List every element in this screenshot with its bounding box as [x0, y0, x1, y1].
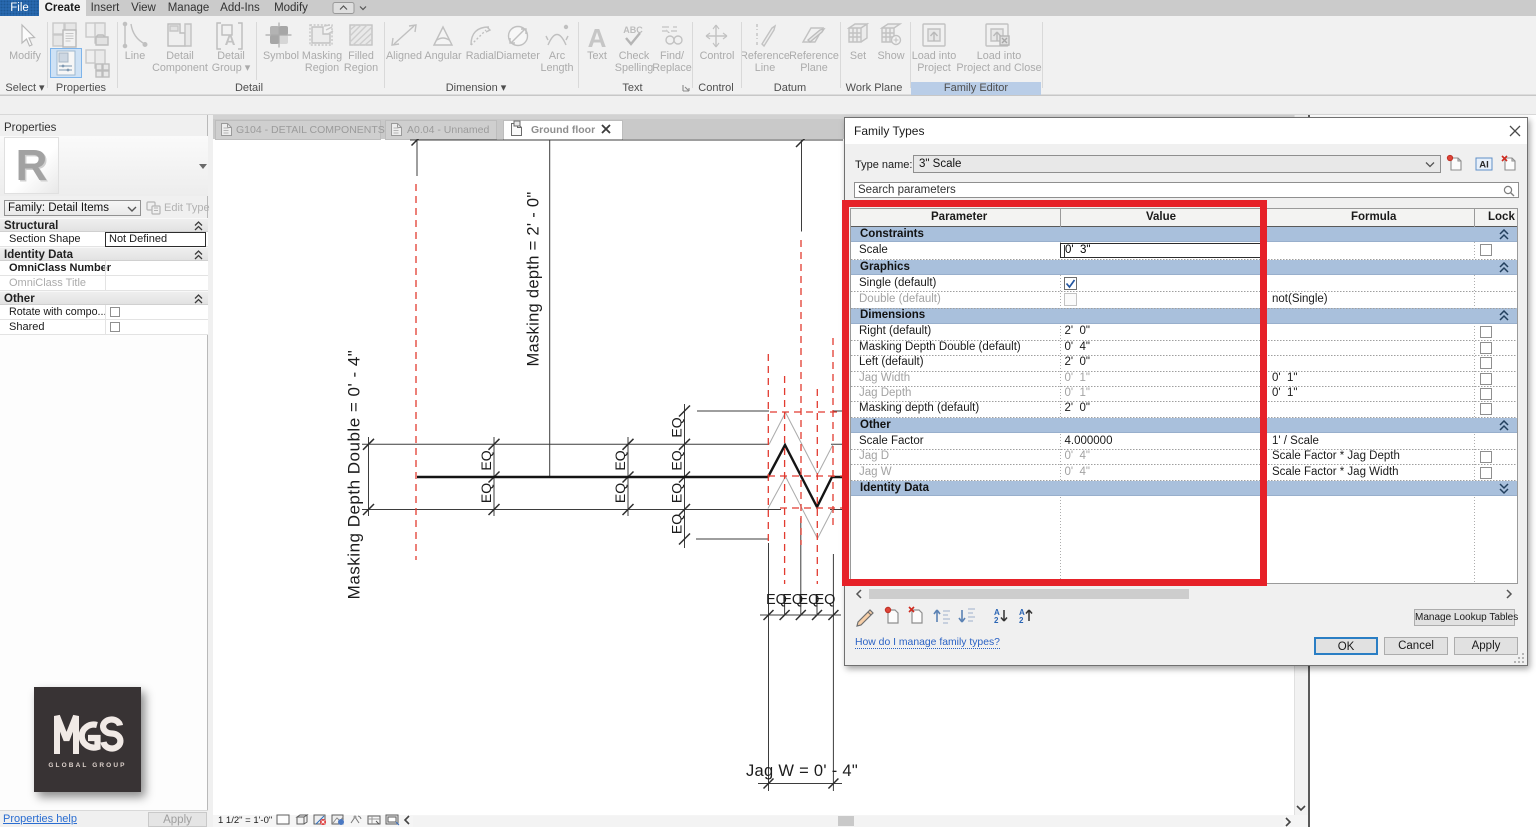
svg-text:A: A — [225, 32, 236, 49]
svg-text:EQ: EQ — [815, 592, 836, 608]
svg-text:EQ: EQ — [612, 450, 628, 470]
svg-text:EQ: EQ — [669, 450, 685, 470]
svg-text:Masking depth = 2' - 0": Masking depth = 2' - 0" — [525, 191, 543, 366]
svg-text:AI: AI — [1479, 160, 1489, 171]
svg-text:EQ: EQ — [612, 483, 628, 503]
svg-text:A: A — [588, 23, 607, 53]
svg-text:EQ: EQ — [478, 483, 494, 503]
svg-text:GLOBAL GROUP: GLOBAL GROUP — [48, 762, 126, 769]
svg-text:EQ: EQ — [669, 514, 685, 534]
svg-text:EQ: EQ — [669, 483, 685, 503]
svg-text:EQ: EQ — [669, 417, 685, 437]
svg-text:Masking Depth Double = 0' - 4": Masking Depth Double = 0' - 4" — [345, 350, 364, 600]
svg-text:EQ: EQ — [478, 450, 494, 470]
svg-text:2: 2 — [994, 616, 999, 625]
svg-text:Jag W = 0' - 4": Jag W = 0' - 4" — [746, 762, 858, 780]
svg-text:2: 2 — [1019, 616, 1024, 625]
